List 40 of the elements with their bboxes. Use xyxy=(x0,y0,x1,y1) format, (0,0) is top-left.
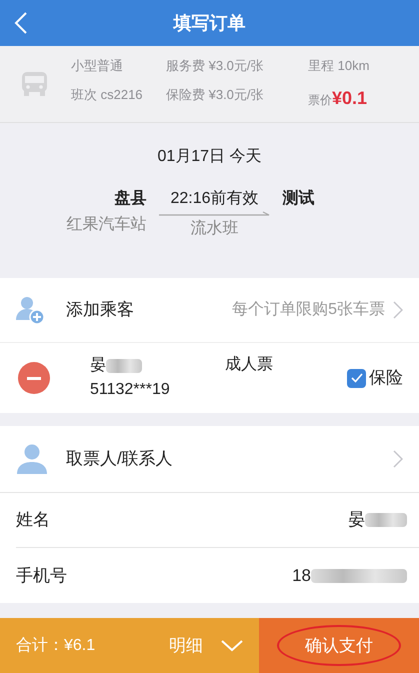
contact-label: 取票人/联系人 xyxy=(66,448,173,470)
chevron-right-icon xyxy=(393,301,403,319)
arrival-city: 测试 xyxy=(282,188,316,209)
total-amount: 合计：¥6.1 xyxy=(16,636,96,656)
redaction-blur xyxy=(106,359,142,373)
field-label: 手机号 xyxy=(16,564,67,587)
valid-time: 22:16前有效 xyxy=(170,189,259,209)
travel-date: 01月17日 今天 xyxy=(157,147,262,167)
redaction-blur xyxy=(365,513,407,527)
service-fee: 服务费 ¥3.0元/张 xyxy=(166,56,265,75)
chevron-right-icon xyxy=(393,450,403,468)
page-title: 填写订单 xyxy=(174,12,246,34)
field-label: 姓名 xyxy=(16,509,50,532)
ticket-price: ¥0.1 xyxy=(332,87,368,110)
trip-number: 班次 cs2216 xyxy=(71,86,144,104)
checkmark-icon xyxy=(350,373,362,383)
insurance-checkbox[interactable] xyxy=(347,368,366,388)
add-passenger-label: 添加乘客 xyxy=(66,299,134,322)
distance: 里程 10km xyxy=(308,56,370,75)
schedule-type: 流水班 xyxy=(190,218,238,239)
remove-button[interactable] xyxy=(18,362,50,394)
insurance-fee: 保险费 ¥3.0元/张 xyxy=(166,86,265,104)
user-icon xyxy=(16,443,48,475)
contact-row[interactable]: 取票人/联系人 xyxy=(0,426,419,493)
back-button[interactable] xyxy=(14,11,28,35)
departure-city: 盘县 xyxy=(114,188,146,209)
add-passenger-row[interactable]: 添加乘客 每个订单限购5张车票 xyxy=(0,278,419,343)
chevron-down-icon xyxy=(221,640,243,652)
price-label: 票价 xyxy=(308,92,332,110)
passenger-name: 晏 xyxy=(90,356,106,376)
bus-type: 小型普通 xyxy=(71,56,124,75)
field-value: 晏 xyxy=(348,509,365,532)
departure-station: 红果汽车站 xyxy=(66,214,146,235)
add-user-icon xyxy=(16,296,44,324)
passenger-id: 51132***19 xyxy=(90,380,171,400)
ticket-type: 成人票 xyxy=(225,354,273,375)
field-value: 18 xyxy=(292,564,311,587)
bus-icon xyxy=(21,70,48,98)
passenger-limit-hint: 每个订单限购5张车票 xyxy=(232,300,385,320)
insurance-label: 保险 xyxy=(369,367,403,390)
